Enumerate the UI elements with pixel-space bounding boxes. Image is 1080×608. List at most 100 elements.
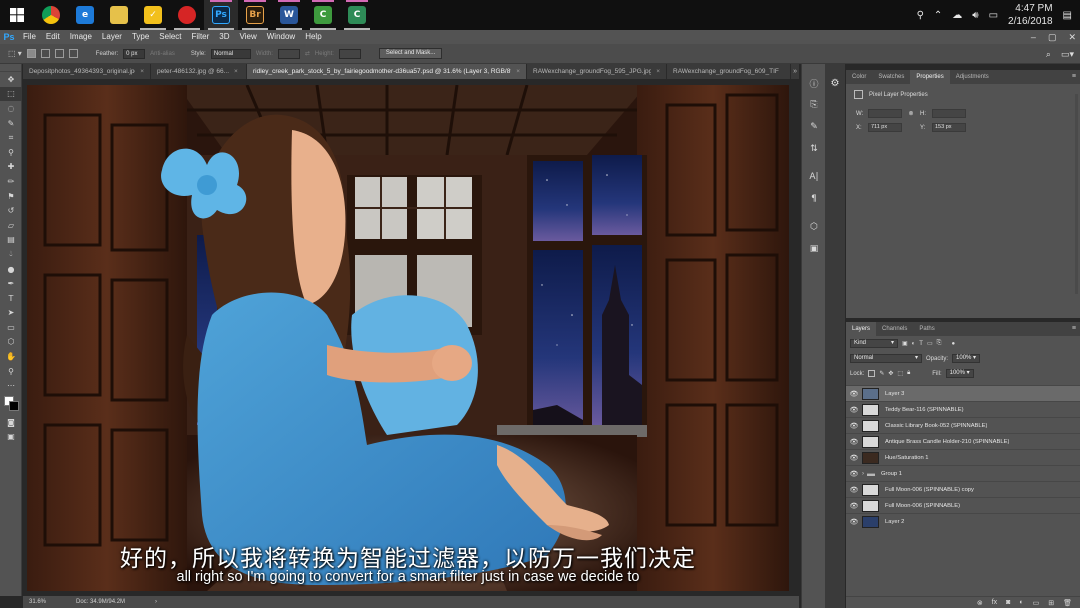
screen-mode-icon[interactable]: ▣ xyxy=(0,430,22,445)
taskbar-app-bridge[interactable]: Br xyxy=(238,0,272,30)
document-tab[interactable]: ridley_creek_park_stock_5_by_fairiegoodm… xyxy=(247,64,527,79)
kind-filter-select[interactable]: Kind ▾ xyxy=(850,339,898,348)
lock-image-icon[interactable]: ✎ xyxy=(879,370,884,377)
properties-scrollbar[interactable] xyxy=(1075,94,1078,294)
eyedropper-tool-icon[interactable]: ⚲ xyxy=(0,145,22,160)
width-input[interactable] xyxy=(277,48,300,59)
zoom-level[interactable]: 31.6% xyxy=(29,599,46,605)
taskbar-app-word[interactable]: W xyxy=(272,0,306,30)
doc-size[interactable]: Doc: 34.9M/94.2M xyxy=(76,599,125,605)
brush-panel-icon[interactable]: ✎ xyxy=(802,116,826,138)
blur-tool-icon[interactable]: 💧︎ xyxy=(0,247,22,262)
menu-help[interactable]: Help xyxy=(300,30,326,44)
taskbar-app-norton[interactable]: ✓ xyxy=(136,0,170,30)
close-tab-icon[interactable]: × xyxy=(234,64,238,79)
search-icon[interactable]: ⌕ xyxy=(1046,49,1051,60)
taskbar-app-edge[interactable]: e xyxy=(68,0,102,30)
minimize-icon[interactable]: – xyxy=(1031,30,1036,44)
antialias-checkbox[interactable]: Anti-alias xyxy=(150,51,175,57)
taskbar-app-file-explorer[interactable] xyxy=(102,0,136,30)
filter-toggle-icon[interactable]: ● xyxy=(951,341,955,347)
menu-edit[interactable]: Edit xyxy=(41,30,65,44)
quick-mask-icon[interactable]: ◙ xyxy=(0,415,22,430)
height-field[interactable] xyxy=(932,109,966,118)
style-select[interactable]: Normal xyxy=(210,48,251,59)
subtract-selection-icon[interactable] xyxy=(54,49,64,58)
move-tool-icon[interactable]: ✥ xyxy=(0,72,22,87)
maximize-icon[interactable]: ▢ xyxy=(1048,30,1057,44)
volume-icon[interactable]: 🔊︎ xyxy=(972,10,978,21)
menu-view[interactable]: View xyxy=(235,30,262,44)
visibility-eye-icon[interactable]: 👁︎ xyxy=(846,518,862,526)
menu-window[interactable]: Window xyxy=(262,30,300,44)
adjustment-layer-icon[interactable]: ◐ xyxy=(1019,599,1023,606)
brush-tool-icon[interactable]: ✏ xyxy=(0,174,22,189)
dodge-tool-icon[interactable]: ● xyxy=(0,262,22,277)
visibility-eye-icon[interactable]: 👁︎ xyxy=(846,502,862,510)
libraries-panel-icon[interactable]: ▣ xyxy=(802,238,826,260)
zoom-tool-icon[interactable]: ⚲ xyxy=(0,364,22,379)
eraser-tool-icon[interactable]: ▱ xyxy=(0,218,22,233)
visibility-eye-icon[interactable]: 👁︎ xyxy=(846,470,862,478)
layer-row[interactable]: 👁︎ Teddy Bear-116 (SPINNABLE) xyxy=(846,401,1080,417)
gradient-tool-icon[interactable]: ▤ xyxy=(0,233,22,248)
filter-shape-icon[interactable]: ▭ xyxy=(927,340,933,347)
healing-brush-tool-icon[interactable]: ✚ xyxy=(0,160,22,175)
menu-image[interactable]: Image xyxy=(65,30,97,44)
lasso-tool-icon[interactable]: ◌ xyxy=(0,101,22,116)
rectangle-tool-icon[interactable]: ▭ xyxy=(0,320,22,335)
group-expand-icon[interactable]: › xyxy=(862,471,864,477)
layer-row[interactable]: 👁︎ Full Moon-006 (SPINNABLE) xyxy=(846,497,1080,513)
more-tabs-icon[interactable]: » xyxy=(793,64,797,79)
filter-smart-icon[interactable]: ⎘ xyxy=(937,340,942,347)
path-selection-tool-icon[interactable]: ➤ xyxy=(0,306,22,321)
add-mask-icon[interactable]: ◙ xyxy=(1006,599,1010,606)
history-brush-tool-icon[interactable]: ↺ xyxy=(0,203,22,218)
new-layer-icon[interactable]: ⊞ xyxy=(1048,599,1054,607)
close-tab-icon[interactable]: × xyxy=(140,64,144,79)
hand-tool-icon[interactable]: ✋ xyxy=(0,349,22,364)
tab-adjustments[interactable]: Adjustments xyxy=(950,70,995,84)
close-icon[interactable]: ✕ xyxy=(1068,30,1076,44)
lock-transparent-icon[interactable] xyxy=(868,370,876,377)
color-swatches[interactable] xyxy=(0,393,22,415)
layer-row[interactable]: 👁︎ Antique Brass Candle Holder-210 (SPINN… xyxy=(846,433,1080,449)
lock-all-icon[interactable]: 🔒︎ xyxy=(907,370,910,377)
info-panel-icon[interactable]: ⓘ xyxy=(802,72,826,94)
3d-panel-icon[interactable]: ⬡ xyxy=(802,216,826,238)
status-menu-icon[interactable]: › xyxy=(155,599,157,605)
menu-select[interactable]: Select xyxy=(154,30,186,44)
layers-panel-menu-icon[interactable]: ≡ xyxy=(1072,322,1076,336)
people-icon[interactable]: ⚲ xyxy=(917,10,924,21)
document-tab[interactable]: RAWexchange_groundFog_609_TIF xyxy=(667,64,791,79)
x-field[interactable]: 711 px xyxy=(868,123,902,132)
document-tab[interactable]: Depositphotos_49364393_original.jpg × xyxy=(23,64,151,79)
visibility-eye-icon[interactable]: 👁︎ xyxy=(846,438,862,446)
delete-layer-icon[interactable]: 🗑︎ xyxy=(1063,599,1072,607)
tab-channels[interactable]: Channels xyxy=(876,322,913,336)
taskbar-app-photoshop[interactable]: Ps xyxy=(204,0,238,30)
quick-selection-tool-icon[interactable]: ✎ xyxy=(0,116,22,131)
menu-file[interactable]: File xyxy=(18,30,41,44)
layer-row[interactable]: 👁︎ Hue/Saturation 1 xyxy=(846,449,1080,465)
taskbar-app-chrome[interactable] xyxy=(34,0,68,30)
background-color-swatch[interactable] xyxy=(9,401,19,412)
filter-adjust-icon[interactable]: ◐ xyxy=(912,341,916,347)
layer-row[interactable]: 👁︎ › ▬ Group 1 xyxy=(846,465,1080,481)
windows-start-button[interactable] xyxy=(0,0,34,30)
tab-swatches[interactable]: Swatches xyxy=(872,70,910,84)
feather-input[interactable]: 0 px xyxy=(123,48,146,59)
visibility-eye-icon[interactable]: 👁︎ xyxy=(846,406,862,414)
lock-artboard-icon[interactable]: ⬚ xyxy=(897,370,903,377)
filter-pixel-icon[interactable]: ▣ xyxy=(902,340,908,347)
menu-3d[interactable]: 3D xyxy=(214,30,234,44)
tab-paths[interactable]: Paths xyxy=(913,322,940,336)
menu-filter[interactable]: Filter xyxy=(187,30,215,44)
menu-layer[interactable]: Layer xyxy=(97,30,127,44)
close-tab-icon[interactable]: × xyxy=(656,64,660,79)
taskbar-app-camtasia-1[interactable]: C xyxy=(306,0,340,30)
tab-color[interactable]: Color xyxy=(846,70,872,84)
blend-mode-select[interactable]: Normal ▾ xyxy=(850,354,922,363)
tab-layers[interactable]: Layers xyxy=(846,322,877,336)
pen-tool-icon[interactable]: ✒ xyxy=(0,276,22,291)
